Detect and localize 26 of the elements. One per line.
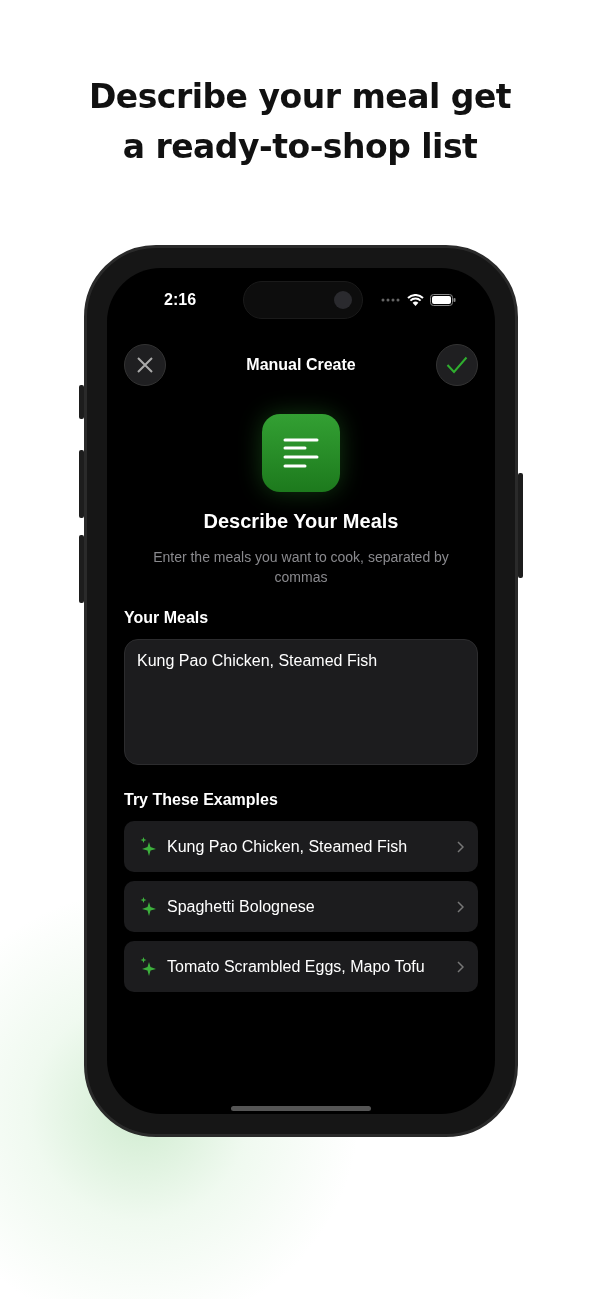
chevron-icon — [457, 840, 464, 853]
sparkle-icon — [140, 897, 157, 916]
sparkle-icon — [140, 837, 157, 856]
section-label: Try These Examples — [124, 791, 279, 809]
battery-icon — [430, 294, 456, 306]
chevron-icon — [457, 900, 464, 913]
input-field[interactable]: Kung Pao Chicken, Steamed Fish — [124, 639, 478, 765]
camera-icon — [333, 291, 352, 309]
text-lines-icon — [283, 438, 319, 468]
field-label: Your Meals — [124, 609, 210, 627]
example-item[interactable]: Spaghetti Bolognese — [124, 881, 478, 932]
checkmark-icon — [446, 356, 468, 374]
close-icon — [136, 356, 154, 374]
example-item[interactable]: Tomato Scrambled Eggs, Mapo Tofu — [124, 941, 478, 992]
sparkle-icon — [140, 957, 157, 976]
signal-icon — [381, 298, 401, 302]
wifi-icon — [407, 294, 424, 306]
close-button[interactable] — [124, 344, 166, 386]
confirm-button[interactable] — [436, 344, 478, 386]
example-item[interactable]: Kung Pao Chicken, Steamed Fish — [124, 821, 478, 872]
description: Enter the meals you want to cook, separated by commas — [152, 548, 450, 587]
screen-title: Manual Create — [246, 356, 356, 374]
section-title: Describe Your Meals — [203, 510, 399, 533]
status-time: 2:16 — [164, 291, 198, 309]
headline: Describe your meal get a ready-to-shop list — [87, 76, 513, 168]
chevron-icon — [457, 960, 464, 973]
